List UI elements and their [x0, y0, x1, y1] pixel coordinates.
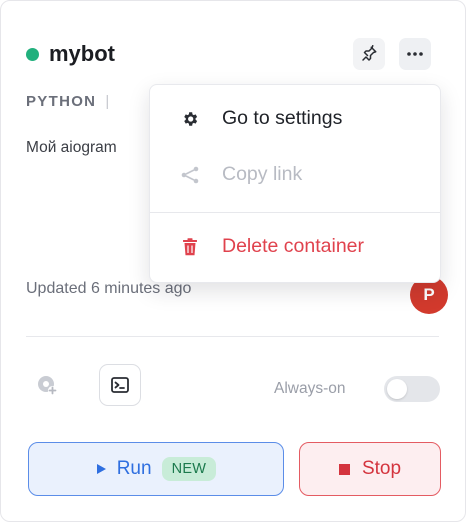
console-button[interactable] [99, 364, 141, 406]
container-description: Мой aiogram [26, 139, 117, 156]
pin-icon [362, 45, 377, 61]
share-icon [180, 165, 200, 185]
add-image-button[interactable] [27, 365, 67, 405]
menu-item-go-to-settings[interactable]: Go to settings [180, 107, 342, 130]
run-button[interactable]: Run NEW [28, 442, 284, 496]
always-on-label: Always-on [274, 380, 346, 397]
always-on-toggle[interactable] [384, 376, 440, 402]
container-card: mybot PYTHON | Мой aiogram Updated 6 min… [0, 0, 466, 522]
card-header: mybot [26, 39, 115, 69]
new-badge: NEW [161, 457, 217, 481]
divider [26, 336, 439, 337]
run-label: Run [116, 458, 152, 479]
image-add-icon [38, 376, 57, 395]
meta-separator: | [105, 93, 111, 110]
play-icon [96, 464, 106, 474]
menu-item-label: Copy link [222, 163, 303, 185]
menu-item-label: Go to settings [222, 107, 343, 129]
menu-divider [150, 212, 440, 213]
trash-icon [180, 237, 200, 257]
ellipsis-icon [407, 52, 423, 56]
gear-icon [180, 109, 200, 129]
stop-icon [338, 463, 350, 475]
terminal-icon [111, 377, 129, 393]
language-meta: PYTHON | [26, 93, 111, 110]
menu-item-copy-link[interactable]: Copy link [180, 163, 302, 186]
menu-item-delete-container[interactable]: Delete container [180, 235, 364, 258]
menu-item-label: Delete container [222, 235, 365, 257]
more-options-button[interactable] [399, 38, 431, 70]
stop-label: Stop [361, 458, 402, 479]
toggle-knob [387, 379, 407, 399]
stop-button[interactable]: Stop [299, 442, 441, 496]
container-title[interactable]: mybot [49, 41, 115, 67]
language-label: PYTHON [26, 93, 97, 110]
pin-button[interactable] [353, 38, 385, 70]
status-dot-icon [26, 47, 39, 61]
options-dropdown-menu: Go to settings Copy link Delete containe… [149, 84, 441, 283]
